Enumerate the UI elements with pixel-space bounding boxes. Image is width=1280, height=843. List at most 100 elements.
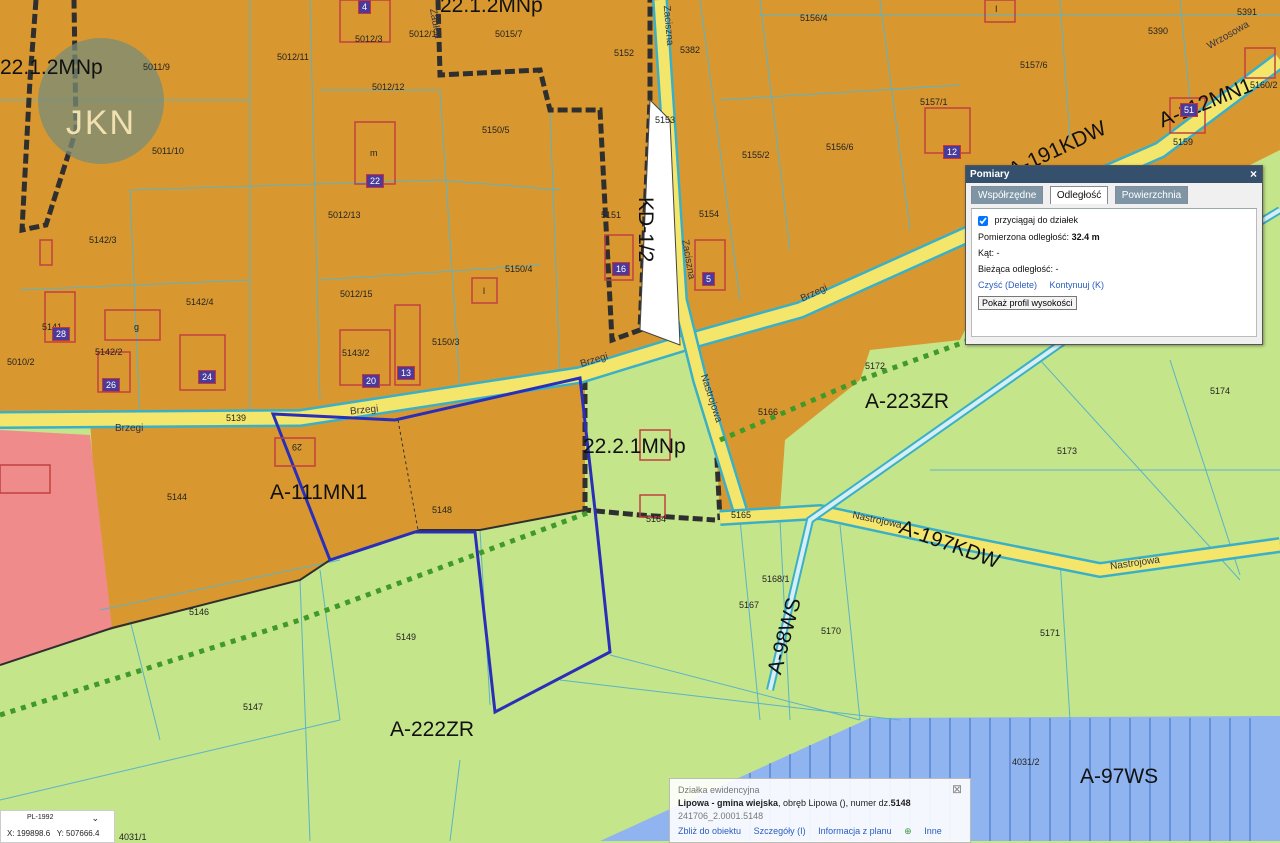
- tab-area[interactable]: Powierzchnia: [1114, 186, 1189, 204]
- measurement-window-header[interactable]: Pomiary ×: [966, 166, 1262, 183]
- cursor-coordinates: X: 199898.6 Y: 507666.4: [7, 829, 99, 838]
- parcel-label: 5171: [1040, 628, 1061, 638]
- parcel-label: 5149: [396, 632, 417, 642]
- current-distance-readout: Bieżąca odległość: -: [978, 263, 1059, 274]
- road-label: Brzegi: [115, 423, 144, 434]
- parcel-label: 5142/3: [89, 235, 117, 245]
- snap-checkbox[interactable]: [978, 215, 988, 226]
- parcel-label: 5174: [1210, 386, 1231, 396]
- chevron-down-icon: ⌄: [91, 813, 99, 823]
- measurement-window-title: Pomiary: [970, 169, 1010, 180]
- clear-link[interactable]: Czyść (Delete): [978, 280, 1037, 290]
- x-coordinate: X: 199898.6: [7, 829, 51, 838]
- parcel-label: 5012/12: [372, 82, 405, 92]
- parcel-label: 5173: [1057, 446, 1078, 456]
- parcel-label: 5155/2: [742, 150, 770, 160]
- parcel-label: 5144: [167, 492, 188, 502]
- parcel-label: 5160/2: [1250, 80, 1278, 90]
- parcel-label: 5139: [226, 413, 247, 423]
- continue-link[interactable]: Kontynuuj (K): [1050, 280, 1105, 290]
- zone-label: A-222ZR: [390, 718, 475, 741]
- parcel-description: Lipowa - gmina wiejska, obręb Lipowa (),…: [678, 798, 911, 808]
- building-number: m: [370, 148, 378, 158]
- building-number: 29: [292, 442, 303, 452]
- parcel-label: 5168/1: [762, 574, 790, 584]
- angle-readout: Kąt: -: [978, 247, 1000, 258]
- tab-coordinates[interactable]: Współrzędne: [971, 186, 1044, 204]
- parcel-label: 5156/6: [826, 142, 854, 152]
- snap-label: przyciągaj do działek: [994, 215, 1079, 225]
- parcel-label: 5147: [243, 702, 264, 712]
- more-link[interactable]: Inne: [924, 826, 942, 836]
- parcel-label: 5166: [758, 407, 779, 417]
- coordinate-box: PL-1992 ⌄ X: 199898.6 Y: 507666.4: [0, 810, 115, 843]
- building-number: 5: [702, 272, 716, 286]
- zone-label: 22.2.1MNp: [583, 435, 686, 458]
- parcel-commune: Lipowa - gmina wiejska: [678, 798, 779, 808]
- details-link[interactable]: Szczegóły (I): [754, 826, 806, 836]
- parcel-label: 5011/9: [143, 62, 170, 72]
- zone-label: 22.1.2MNp: [0, 56, 103, 79]
- parcel-label: 5011/10: [152, 146, 184, 156]
- parcel-info-panel: Działka ewidencyjna ⊠ Lipowa - gmina wie…: [669, 778, 971, 843]
- measurement-tabs: Współrzędne Odległość Powierzchnia: [971, 186, 1257, 209]
- parcel-label: 5148: [432, 505, 453, 515]
- zone-label: A-223ZR: [865, 390, 950, 413]
- building-number: 20: [362, 374, 381, 388]
- parcel-label: 5150/3: [432, 337, 460, 347]
- plus-icon[interactable]: ⊕: [904, 826, 912, 836]
- parcel-label: 5142/2: [95, 347, 123, 357]
- parcel-label: 5164: [646, 514, 667, 524]
- close-icon[interactable]: ⊠: [952, 782, 962, 796]
- parcel-label: 5010/2: [7, 357, 35, 367]
- parcel-label: 5157/6: [1020, 60, 1048, 70]
- close-icon[interactable]: ×: [1250, 166, 1257, 183]
- parcel-label: 5012/13: [328, 210, 361, 220]
- parcel-label: 5150/5: [482, 125, 510, 135]
- parcel-code: 241706_2.0001.5148: [678, 811, 764, 821]
- parcel-label: 5165: [731, 510, 752, 520]
- zone-label: A-111MN1: [270, 481, 368, 504]
- zone-label: A-97WS: [1080, 765, 1159, 788]
- building-number: l: [483, 286, 485, 296]
- tab-distance[interactable]: Odległość: [1049, 186, 1109, 204]
- elevation-profile-button[interactable]: Pokaż profil wysokości: [978, 295, 1077, 310]
- parcel-label: 5142/4: [186, 297, 214, 307]
- building-number: 22: [366, 174, 385, 188]
- building-number: 24: [198, 370, 217, 384]
- parcel-label: 5156/4: [800, 13, 828, 23]
- logo-text: JKN: [65, 104, 137, 142]
- building-number: 28: [52, 327, 71, 341]
- parcel-label: 5390: [1148, 26, 1169, 36]
- zone-label: KD-1/2: [634, 197, 657, 263]
- measured-distance-value: 32.4 m: [1071, 231, 1100, 242]
- parcel-label: 5152: [614, 48, 635, 58]
- crs-select[interactable]: PL-1992 ⌄: [9, 813, 99, 824]
- parcel-info-title: Działka ewidencyjna: [678, 785, 760, 795]
- parcel-label: 5157/1: [920, 97, 948, 107]
- building-number: 51: [1180, 103, 1199, 117]
- building-number: 13: [397, 366, 416, 380]
- parcel-label: 5015/7: [495, 29, 523, 39]
- parcel-label: 5159: [1173, 137, 1194, 147]
- building-number: 4: [358, 0, 372, 14]
- parcel-label: 5150/4: [505, 264, 533, 274]
- parcel-label: 5012/15: [340, 289, 373, 299]
- parcel-label: 5143/2: [342, 348, 370, 358]
- zoom-to-object-link[interactable]: Zbliż do obiektu: [678, 826, 741, 836]
- measurement-window[interactable]: Pomiary × Współrzędne Odległość Powierzc…: [965, 165, 1263, 345]
- parcel-label: 4031/2: [1012, 757, 1040, 767]
- building-number: 26: [102, 378, 121, 392]
- parcel-label: 5167: [739, 600, 760, 610]
- parcel-label: 5391: [1237, 7, 1258, 17]
- building-number: g: [134, 322, 140, 332]
- parcel-label: 5170: [821, 626, 842, 636]
- building-number: 16: [612, 262, 631, 276]
- plan-info-link[interactable]: Informacja z planu: [818, 826, 892, 836]
- crs-value: PL-1992: [27, 814, 54, 821]
- building-number: I: [995, 4, 998, 14]
- parcel-label: 5172: [865, 361, 886, 371]
- parcel-label: 5154: [699, 209, 720, 219]
- parcel-label: 5146: [189, 607, 210, 617]
- parcel-precinct: , obręb Lipowa (), numer dz.: [778, 798, 891, 808]
